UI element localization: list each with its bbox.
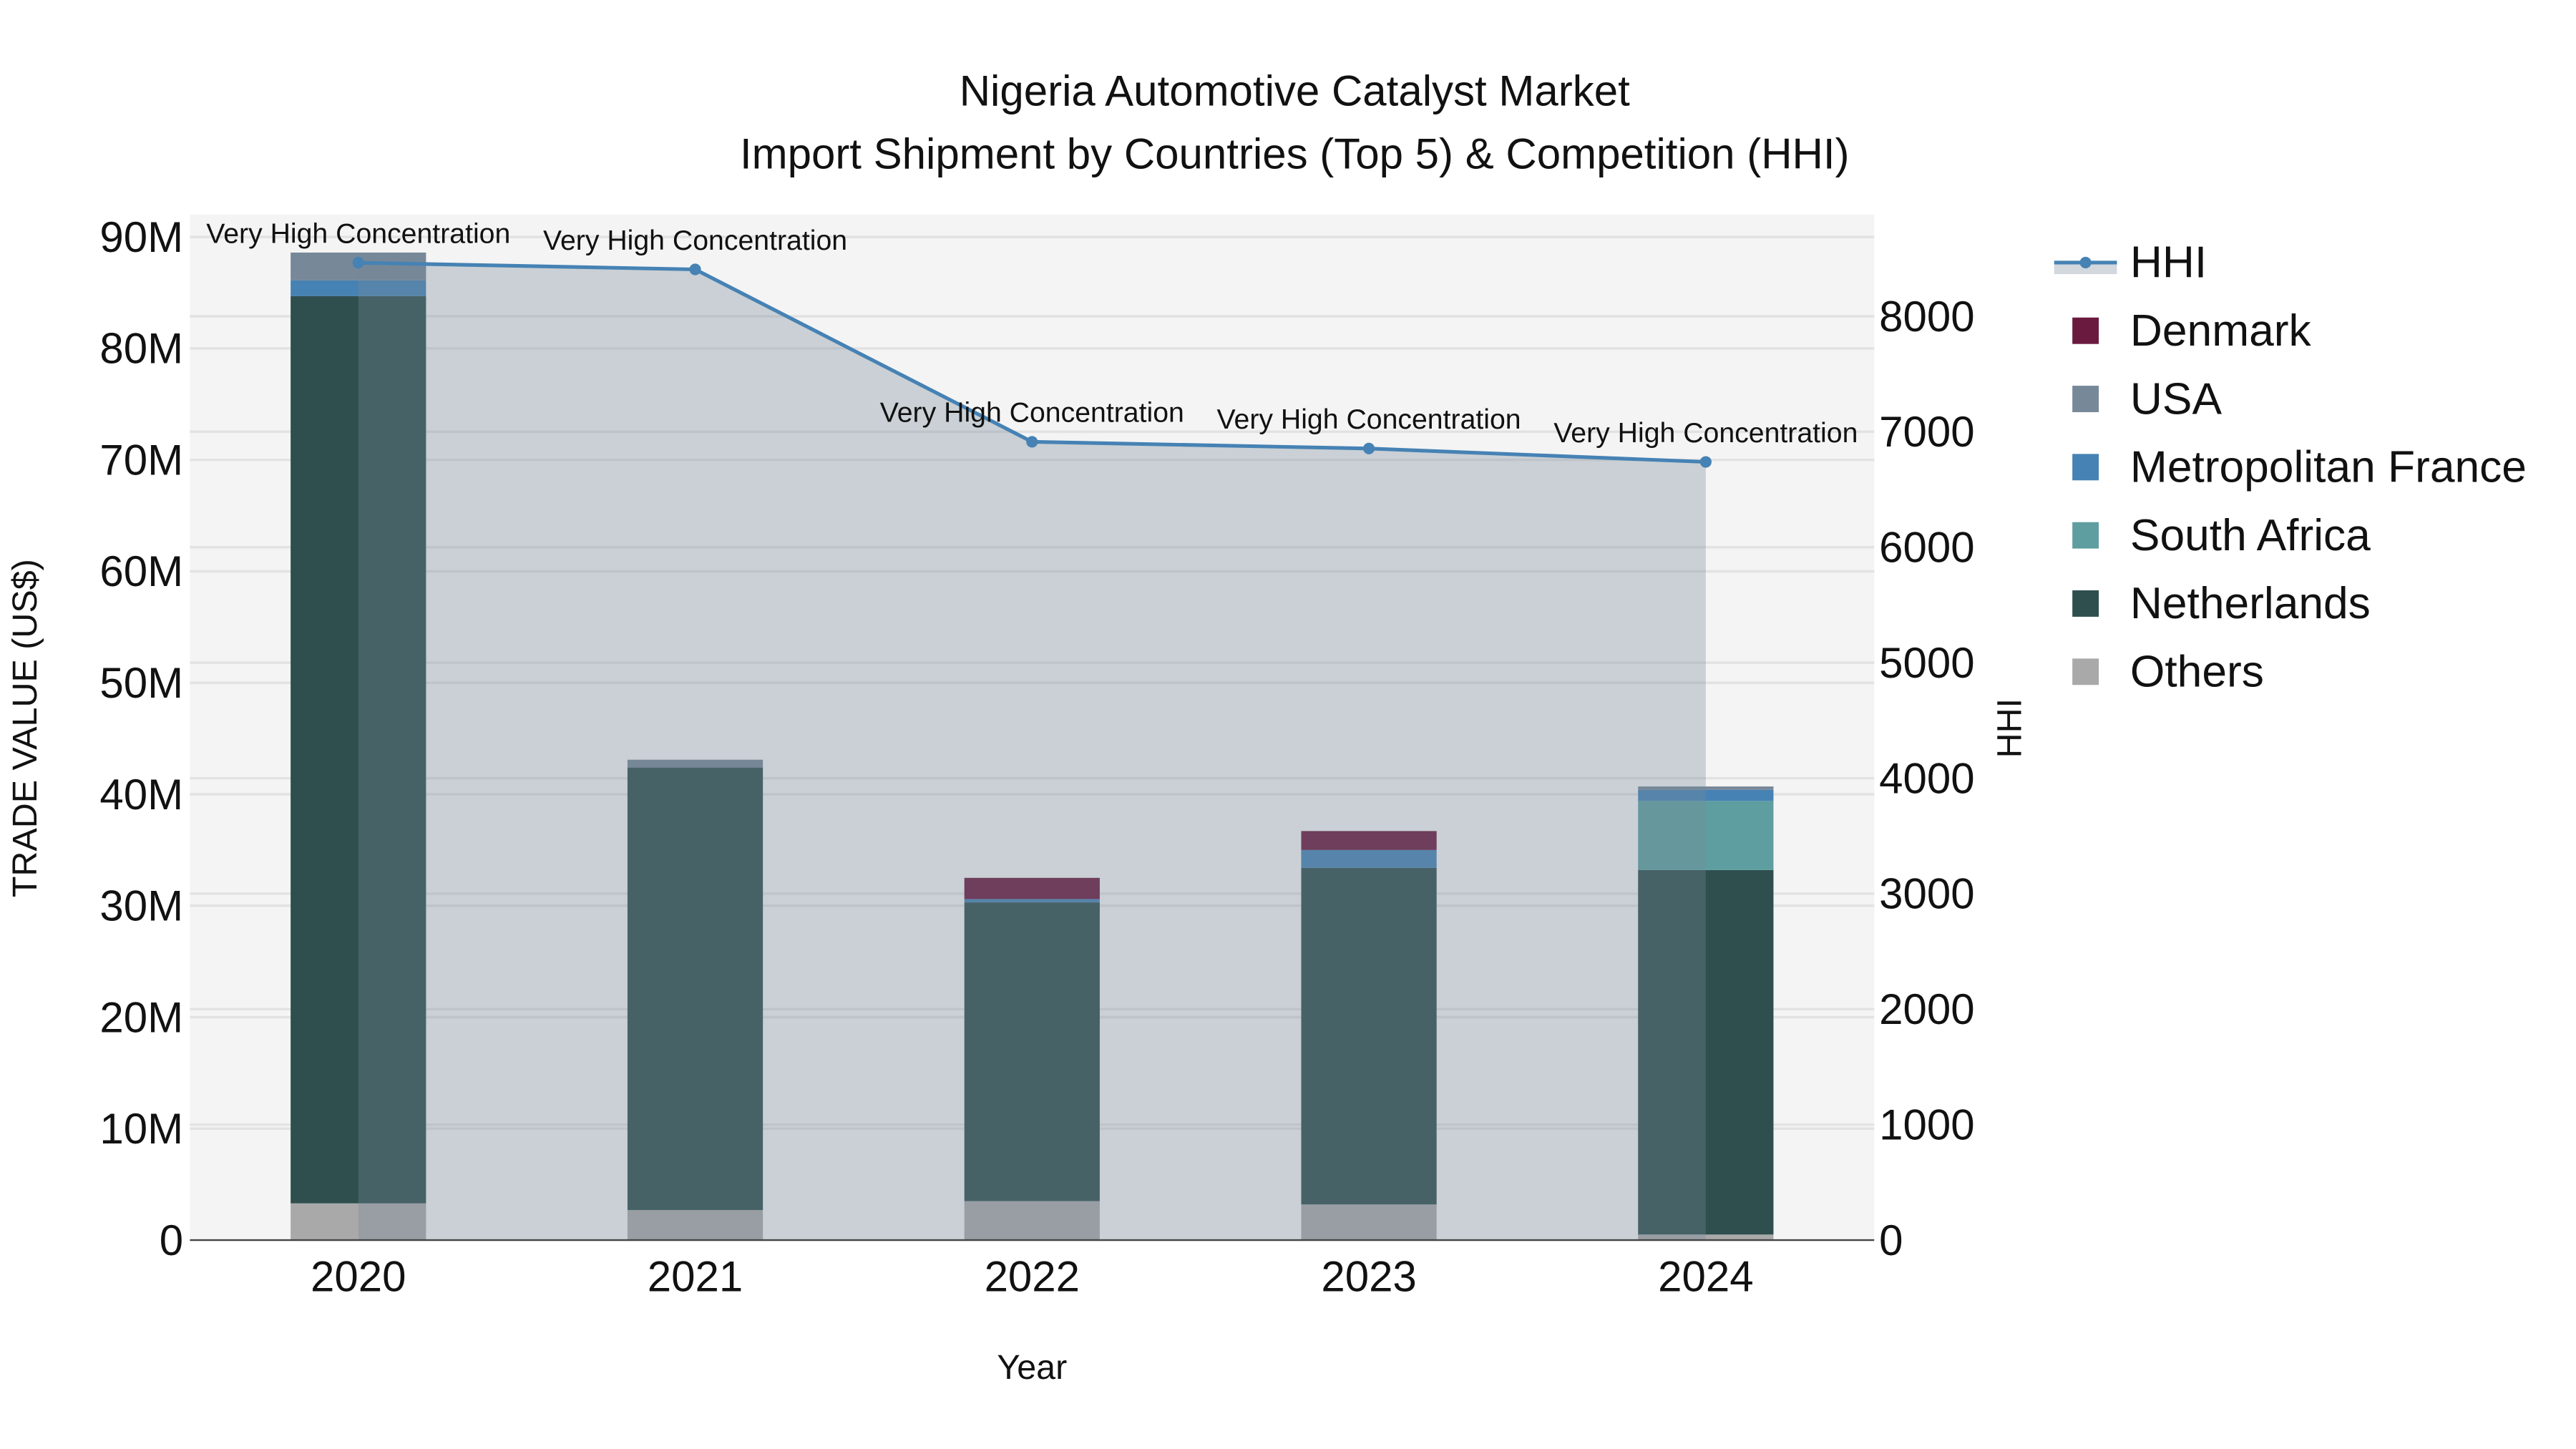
y2-axis-title: HHI: [1991, 698, 2029, 758]
hhi-annotation: Very High Concentration: [543, 225, 847, 256]
chart: Very High Concentration Very High Concent…: [6, 67, 2527, 1387]
hhi-annotation: Very High Concentration: [1217, 404, 1521, 435]
legend-swatch-south-africa: [2072, 522, 2099, 549]
legend-label: South Africa: [2130, 511, 2371, 560]
legend-swatch-metropolitan-france: [2072, 454, 2099, 481]
hhi-point: [689, 263, 701, 275]
y2-tick-label: 3000: [1879, 870, 1974, 918]
y-tick-label: 10M: [99, 1105, 183, 1153]
hhi-annotation: Very High Concentration: [1553, 417, 1858, 449]
x-axis-title: Year: [997, 1348, 1067, 1387]
y2-tick-label: 1000: [1879, 1101, 1974, 1148]
y2-tick-label: 0: [1879, 1216, 1903, 1264]
hhi-annotation: Very High Concentration: [880, 397, 1184, 429]
legend-label: Denmark: [2130, 306, 2312, 356]
y-tick-label: 80M: [99, 325, 183, 373]
legend-swatch-others: [2072, 658, 2099, 686]
y-tick-label: 60M: [99, 547, 183, 595]
legend-swatch-usa: [2072, 386, 2099, 412]
hhi-annotation: Very High Concentration: [206, 218, 510, 249]
hhi-point: [352, 257, 364, 269]
x-tick-label: 2020: [311, 1253, 406, 1301]
x-tick-label: 2024: [1658, 1253, 1753, 1301]
legend-swatch-netherlands: [2072, 590, 2099, 617]
chart-title-line1: Nigeria Automotive Catalyst Market: [960, 67, 1630, 115]
hhi-point: [1026, 436, 1038, 448]
legend-swatch-hhi-point: [2079, 256, 2092, 268]
x-tick-label: 2022: [985, 1253, 1080, 1301]
y-tick-label: 70M: [99, 436, 183, 484]
legend-swatch-denmark: [2072, 317, 2099, 344]
y-tick-label: 50M: [99, 659, 183, 707]
legend-label: USA: [2130, 374, 2223, 424]
legend-label: Netherlands: [2130, 579, 2371, 628]
y-tick-label: 30M: [99, 882, 183, 930]
legend-label: HHI: [2130, 238, 2207, 288]
y-tick-label: 0: [160, 1216, 183, 1264]
y2-tick-label: 5000: [1879, 639, 1974, 687]
hhi-point: [1699, 456, 1712, 468]
legend-label: Others: [2130, 648, 2264, 697]
y-tick-label: 90M: [99, 213, 183, 261]
y2-tick-label: 2000: [1879, 985, 1974, 1033]
chart-title-line2: Import Shipment by Countries (Top 5) & C…: [740, 130, 1850, 177]
y2-tick-label: 6000: [1879, 524, 1974, 572]
y-axis-title: TRADE VALUE (US$): [6, 559, 44, 897]
y2-tick-label: 4000: [1879, 754, 1974, 802]
hhi-point: [1363, 442, 1375, 454]
y2-tick-label: 8000: [1879, 293, 1974, 341]
y-tick-label: 40M: [99, 771, 183, 819]
legend-label: Metropolitan France: [2130, 443, 2527, 492]
x-tick-label: 2021: [648, 1253, 743, 1301]
y-tick-label: 20M: [99, 993, 183, 1041]
x-tick-label: 2023: [1321, 1253, 1416, 1301]
y2-tick-label: 7000: [1879, 408, 1974, 456]
